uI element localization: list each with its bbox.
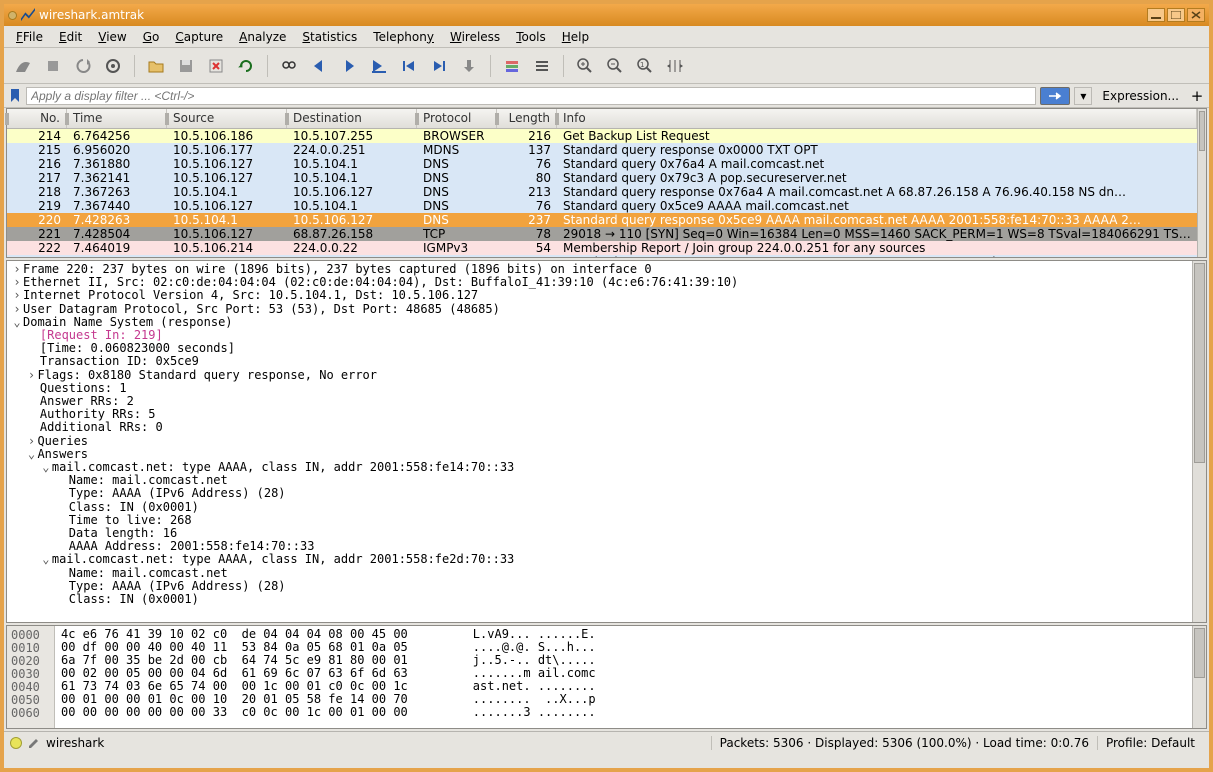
packet-list-scrollbar[interactable] <box>1197 109 1206 257</box>
display-filter-input[interactable] <box>26 87 1036 105</box>
status-packets: Packets: 5306 · Displayed: 5306 (100.0%)… <box>711 736 1097 750</box>
table-row[interactable]: 2146.76425610.5.106.18610.5.107.255BROWS… <box>7 129 1197 143</box>
zoom-reset-icon[interactable]: 1 <box>632 53 658 79</box>
col-info[interactable]: Info <box>557 109 1197 128</box>
menu-statistics[interactable]: Statistics <box>296 28 363 46</box>
menu-go[interactable]: Go <box>137 28 166 46</box>
col-no[interactable]: No. <box>7 109 67 128</box>
col-time[interactable]: Time <box>67 109 167 128</box>
goto-last-icon[interactable] <box>426 53 452 79</box>
filter-recent-button[interactable]: ▾ <box>1074 87 1092 105</box>
status-file: wireshark <box>46 736 104 750</box>
menu-edit[interactable]: Edit <box>53 28 88 46</box>
table-row[interactable]: 2187.36726310.5.104.110.5.106.127DNS213S… <box>7 185 1197 199</box>
packet-list-icon[interactable] <box>529 53 555 79</box>
menu-analyze[interactable]: Analyze <box>233 28 292 46</box>
details-scrollbar[interactable] <box>1192 261 1206 622</box>
menu-file[interactable]: FFileFile <box>10 28 49 46</box>
packet-list-pane: No. Time Source Destination Protocol Len… <box>6 108 1207 258</box>
svg-text:1: 1 <box>640 61 644 69</box>
resize-columns-icon[interactable] <box>662 53 688 79</box>
menu-view[interactable]: View <box>92 28 132 46</box>
packet-list-header[interactable]: No. Time Source Destination Protocol Len… <box>7 109 1197 129</box>
table-row[interactable]: 2227.46401910.5.106.214224.0.0.22IGMPv35… <box>7 241 1197 255</box>
titlebar: wireshark.amtrak <box>4 4 1209 26</box>
filter-add-button[interactable]: + <box>1189 87 1205 105</box>
table-row[interactable]: 2197.36744010.5.106.12710.5.104.1DNS76St… <box>7 199 1197 213</box>
hex-offsets: 0000001000200030004000500060 <box>7 626 55 728</box>
close-button[interactable] <box>1187 8 1205 22</box>
open-file-icon[interactable] <box>143 53 169 79</box>
menu-wireless[interactable]: Wireless <box>444 28 506 46</box>
packet-list-rows[interactable]: 2146.76425610.5.106.18610.5.107.255BROWS… <box>7 129 1197 257</box>
maximize-button[interactable] <box>1167 8 1185 22</box>
filter-apply-button[interactable] <box>1040 87 1070 105</box>
table-row[interactable]: 2177.36214110.5.106.12710.5.104.1DNS80St… <box>7 171 1197 185</box>
window-title: wireshark.amtrak <box>39 8 144 22</box>
table-row[interactable]: 2237.50701910.5.104.110.5.106.127DNS225S… <box>7 255 1197 257</box>
expert-info-icon[interactable] <box>10 737 22 749</box>
menu-help[interactable]: Help <box>556 28 595 46</box>
col-dest[interactable]: Destination <box>287 109 417 128</box>
status-profile[interactable]: Profile: Default <box>1097 736 1203 750</box>
save-file-icon[interactable] <box>173 53 199 79</box>
titlebar-dot-icon <box>8 11 17 20</box>
go-back-icon[interactable] <box>306 53 332 79</box>
menubar: FFileFile Edit View Go Capture Analyze S… <box>4 26 1209 48</box>
toolbar: 1 <box>4 48 1209 84</box>
status-bar: wireshark Packets: 5306 · Displayed: 530… <box>4 731 1209 753</box>
menu-telephony[interactable]: Telephony <box>367 28 440 46</box>
zoom-in-icon[interactable] <box>572 53 598 79</box>
packet-bytes-pane[interactable]: 0000001000200030004000500060 4c e6 76 41… <box>6 625 1207 729</box>
expression-button[interactable]: Expression... <box>1096 89 1185 103</box>
restart-capture-icon[interactable] <box>70 53 96 79</box>
table-row[interactable]: 2207.42826310.5.104.110.5.106.127DNS237S… <box>7 213 1197 227</box>
menu-capture[interactable]: Capture <box>169 28 229 46</box>
stop-capture-icon[interactable] <box>40 53 66 79</box>
app-window: wireshark.amtrak FFileFile Edit View Go … <box>0 0 1213 772</box>
table-row[interactable]: 2167.36188010.5.106.12710.5.104.1DNS76St… <box>7 157 1197 171</box>
goto-packet-icon[interactable] <box>366 53 392 79</box>
reload-icon[interactable] <box>233 53 259 79</box>
display-filter-bar: ▾ Expression... + <box>4 84 1209 108</box>
packet-details-tree[interactable]: ›Frame 220: 237 bytes on wire (1896 bits… <box>7 261 1192 622</box>
shark-fin-icon[interactable] <box>10 53 36 79</box>
table-row[interactable]: 2156.95602010.5.106.177224.0.0.251MDNS13… <box>7 143 1197 157</box>
edit-note-icon[interactable] <box>28 737 40 749</box>
packet-details-pane[interactable]: ›Frame 220: 237 bytes on wire (1896 bits… <box>6 260 1207 623</box>
minimize-button[interactable] <box>1147 8 1165 22</box>
menu-tools[interactable]: Tools <box>510 28 552 46</box>
col-source[interactable]: Source <box>167 109 287 128</box>
wireshark-icon <box>21 8 35 22</box>
col-proto[interactable]: Protocol <box>417 109 497 128</box>
filter-bookmark-icon[interactable] <box>8 89 22 103</box>
col-length[interactable]: Length <box>497 109 557 128</box>
hex-bytes[interactable]: 4c e6 76 41 39 10 02 c0 de 04 04 04 08 0… <box>55 626 1192 728</box>
go-forward-icon[interactable] <box>336 53 362 79</box>
close-file-icon[interactable] <box>203 53 229 79</box>
table-row[interactable]: 2217.42850410.5.106.12768.87.26.158TCP78… <box>7 227 1197 241</box>
hex-scrollbar[interactable] <box>1192 626 1206 728</box>
find-icon[interactable] <box>276 53 302 79</box>
zoom-out-icon[interactable] <box>602 53 628 79</box>
colorize-icon[interactable] <box>499 53 525 79</box>
capture-options-icon[interactable] <box>100 53 126 79</box>
autoscroll-icon[interactable] <box>456 53 482 79</box>
goto-first-icon[interactable] <box>396 53 422 79</box>
